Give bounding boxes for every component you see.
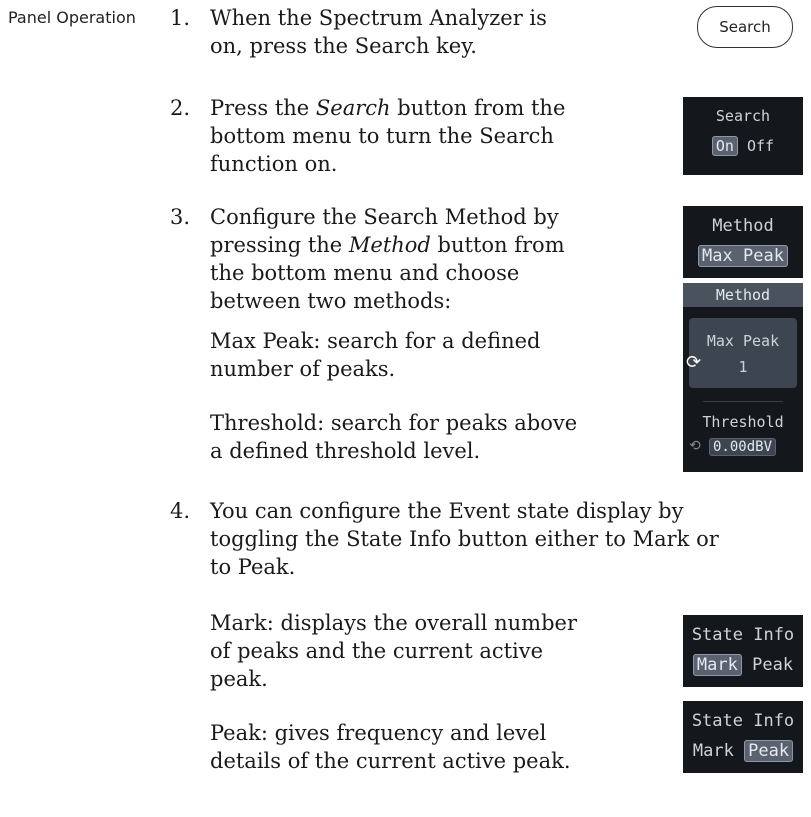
divider: [703, 401, 783, 402]
state-info-peak-button[interactable]: State Info Mark Peak: [683, 701, 803, 773]
step-4-number: 4.: [170, 499, 191, 523]
peak-description: Peak: gives frequency and level details …: [210, 721, 571, 773]
method-panel-title: Method: [683, 283, 803, 307]
search-toggle: On Off: [683, 136, 803, 156]
search-off-option: Off: [747, 137, 775, 155]
search-menu-button[interactable]: Search On Off: [683, 97, 803, 175]
peak-option: Peak: [744, 740, 794, 762]
max-peak-count: 1: [738, 358, 748, 376]
mark-option: Mark: [692, 654, 742, 676]
step-2-text: Press the Search button from the bottom …: [210, 96, 566, 176]
step-3-number: 3.: [170, 205, 191, 229]
method-menu-title: Method: [712, 216, 774, 236]
section-label: Panel Operation: [8, 8, 136, 27]
search-menu-title: Search: [715, 107, 771, 125]
step-1-number: 1.: [170, 6, 191, 30]
step-1-text: When the Spectrum Analyzer is on, press …: [210, 6, 547, 58]
method-value: Max Peak: [683, 245, 803, 267]
variable-knob-icon: ⟳: [686, 352, 702, 373]
search-on-option: On: [711, 136, 738, 156]
max-peak-description: Max Peak: search for a defined number of…: [210, 329, 541, 381]
method-menu-button[interactable]: Method Max Peak: [683, 206, 803, 278]
max-peak-label: Max Peak: [706, 332, 780, 350]
variable-knob-icon: ⟲: [689, 438, 701, 454]
threshold-description: Threshold: search for peaks above a defi…: [210, 411, 578, 463]
search-key[interactable]: Search: [697, 6, 793, 48]
mark-option: Mark: [692, 741, 734, 761]
max-peak-option[interactable]: Max Peak 1: [689, 318, 797, 388]
threshold-value[interactable]: 0.00dBV: [709, 438, 777, 456]
threshold-label: Threshold: [702, 413, 784, 431]
state-info-toggle: Mark Peak: [683, 654, 803, 676]
state-info-toggle: Mark Peak: [683, 740, 803, 762]
step-4-text: You can configure the Event state displa…: [210, 499, 719, 579]
step-3-text: Configure the Search Method by pressing …: [210, 205, 565, 313]
mark-description: Mark: displays the overall number of pea…: [210, 611, 578, 691]
method-side-panel: Method Max Peak 1 ⟳ Threshold ⟲ 0.00dBV: [683, 283, 803, 472]
peak-option: Peak: [752, 655, 794, 675]
state-info-title: State Info: [691, 625, 795, 645]
state-info-mark-button[interactable]: State Info Mark Peak: [683, 615, 803, 687]
state-info-title: State Info: [691, 711, 795, 731]
step-2-number: 2.: [170, 96, 191, 120]
